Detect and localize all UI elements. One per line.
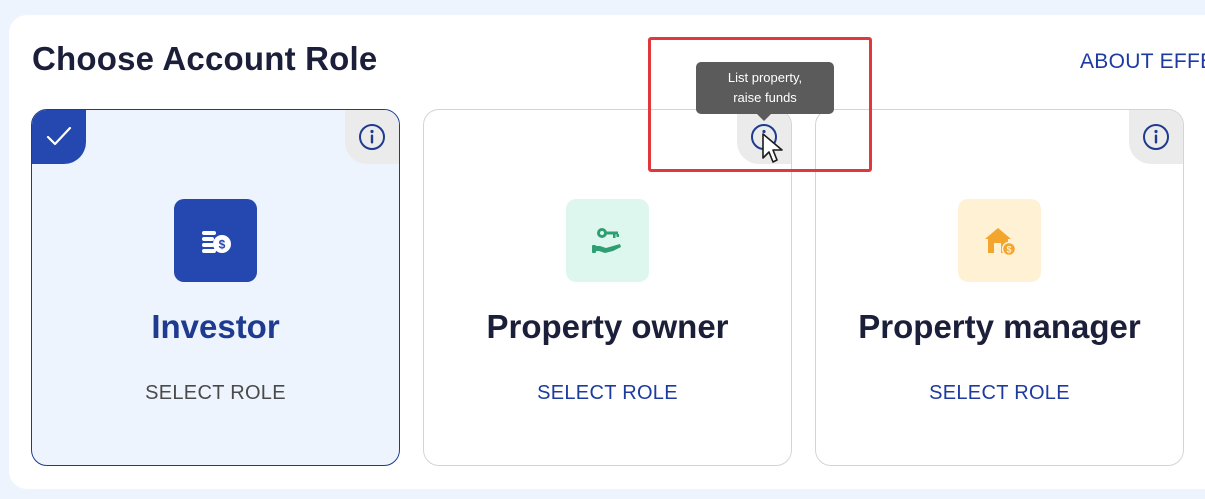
svg-text:$: $: [1006, 245, 1011, 255]
page-title: Choose Account Role: [32, 40, 378, 77]
select-role-button[interactable]: SELECT ROLE: [32, 382, 399, 405]
hand-key-icon: [592, 228, 621, 253]
check-icon: [46, 126, 72, 146]
select-role-button[interactable]: SELECT ROLE: [424, 382, 791, 405]
role-title: Property manager: [858, 308, 1141, 345]
info-icon: [1143, 124, 1169, 150]
role-card-investor[interactable]: $ Investor SELECT ROLE: [31, 109, 400, 466]
property-manager-icon-tile: $: [958, 199, 1041, 282]
select-role-button[interactable]: SELECT ROLE: [816, 382, 1183, 405]
property-owner-icon-tile: [566, 199, 649, 282]
info-icon: [359, 124, 385, 150]
role-title: Property owner: [486, 308, 729, 345]
svg-text:$: $: [219, 238, 226, 252]
about-link[interactable]: ABOUT EFFE: [1080, 50, 1205, 74]
info-button-investor[interactable]: [345, 110, 399, 164]
info-button-property-manager[interactable]: [1129, 110, 1183, 164]
mouse-pointer-icon: [762, 133, 783, 163]
selected-badge: [32, 110, 86, 164]
house-dollar-icon: $: [985, 228, 1017, 257]
investor-icon-tile: $: [174, 199, 257, 282]
role-title: Investor: [151, 308, 280, 345]
coins-dollar-icon: $: [202, 231, 231, 253]
